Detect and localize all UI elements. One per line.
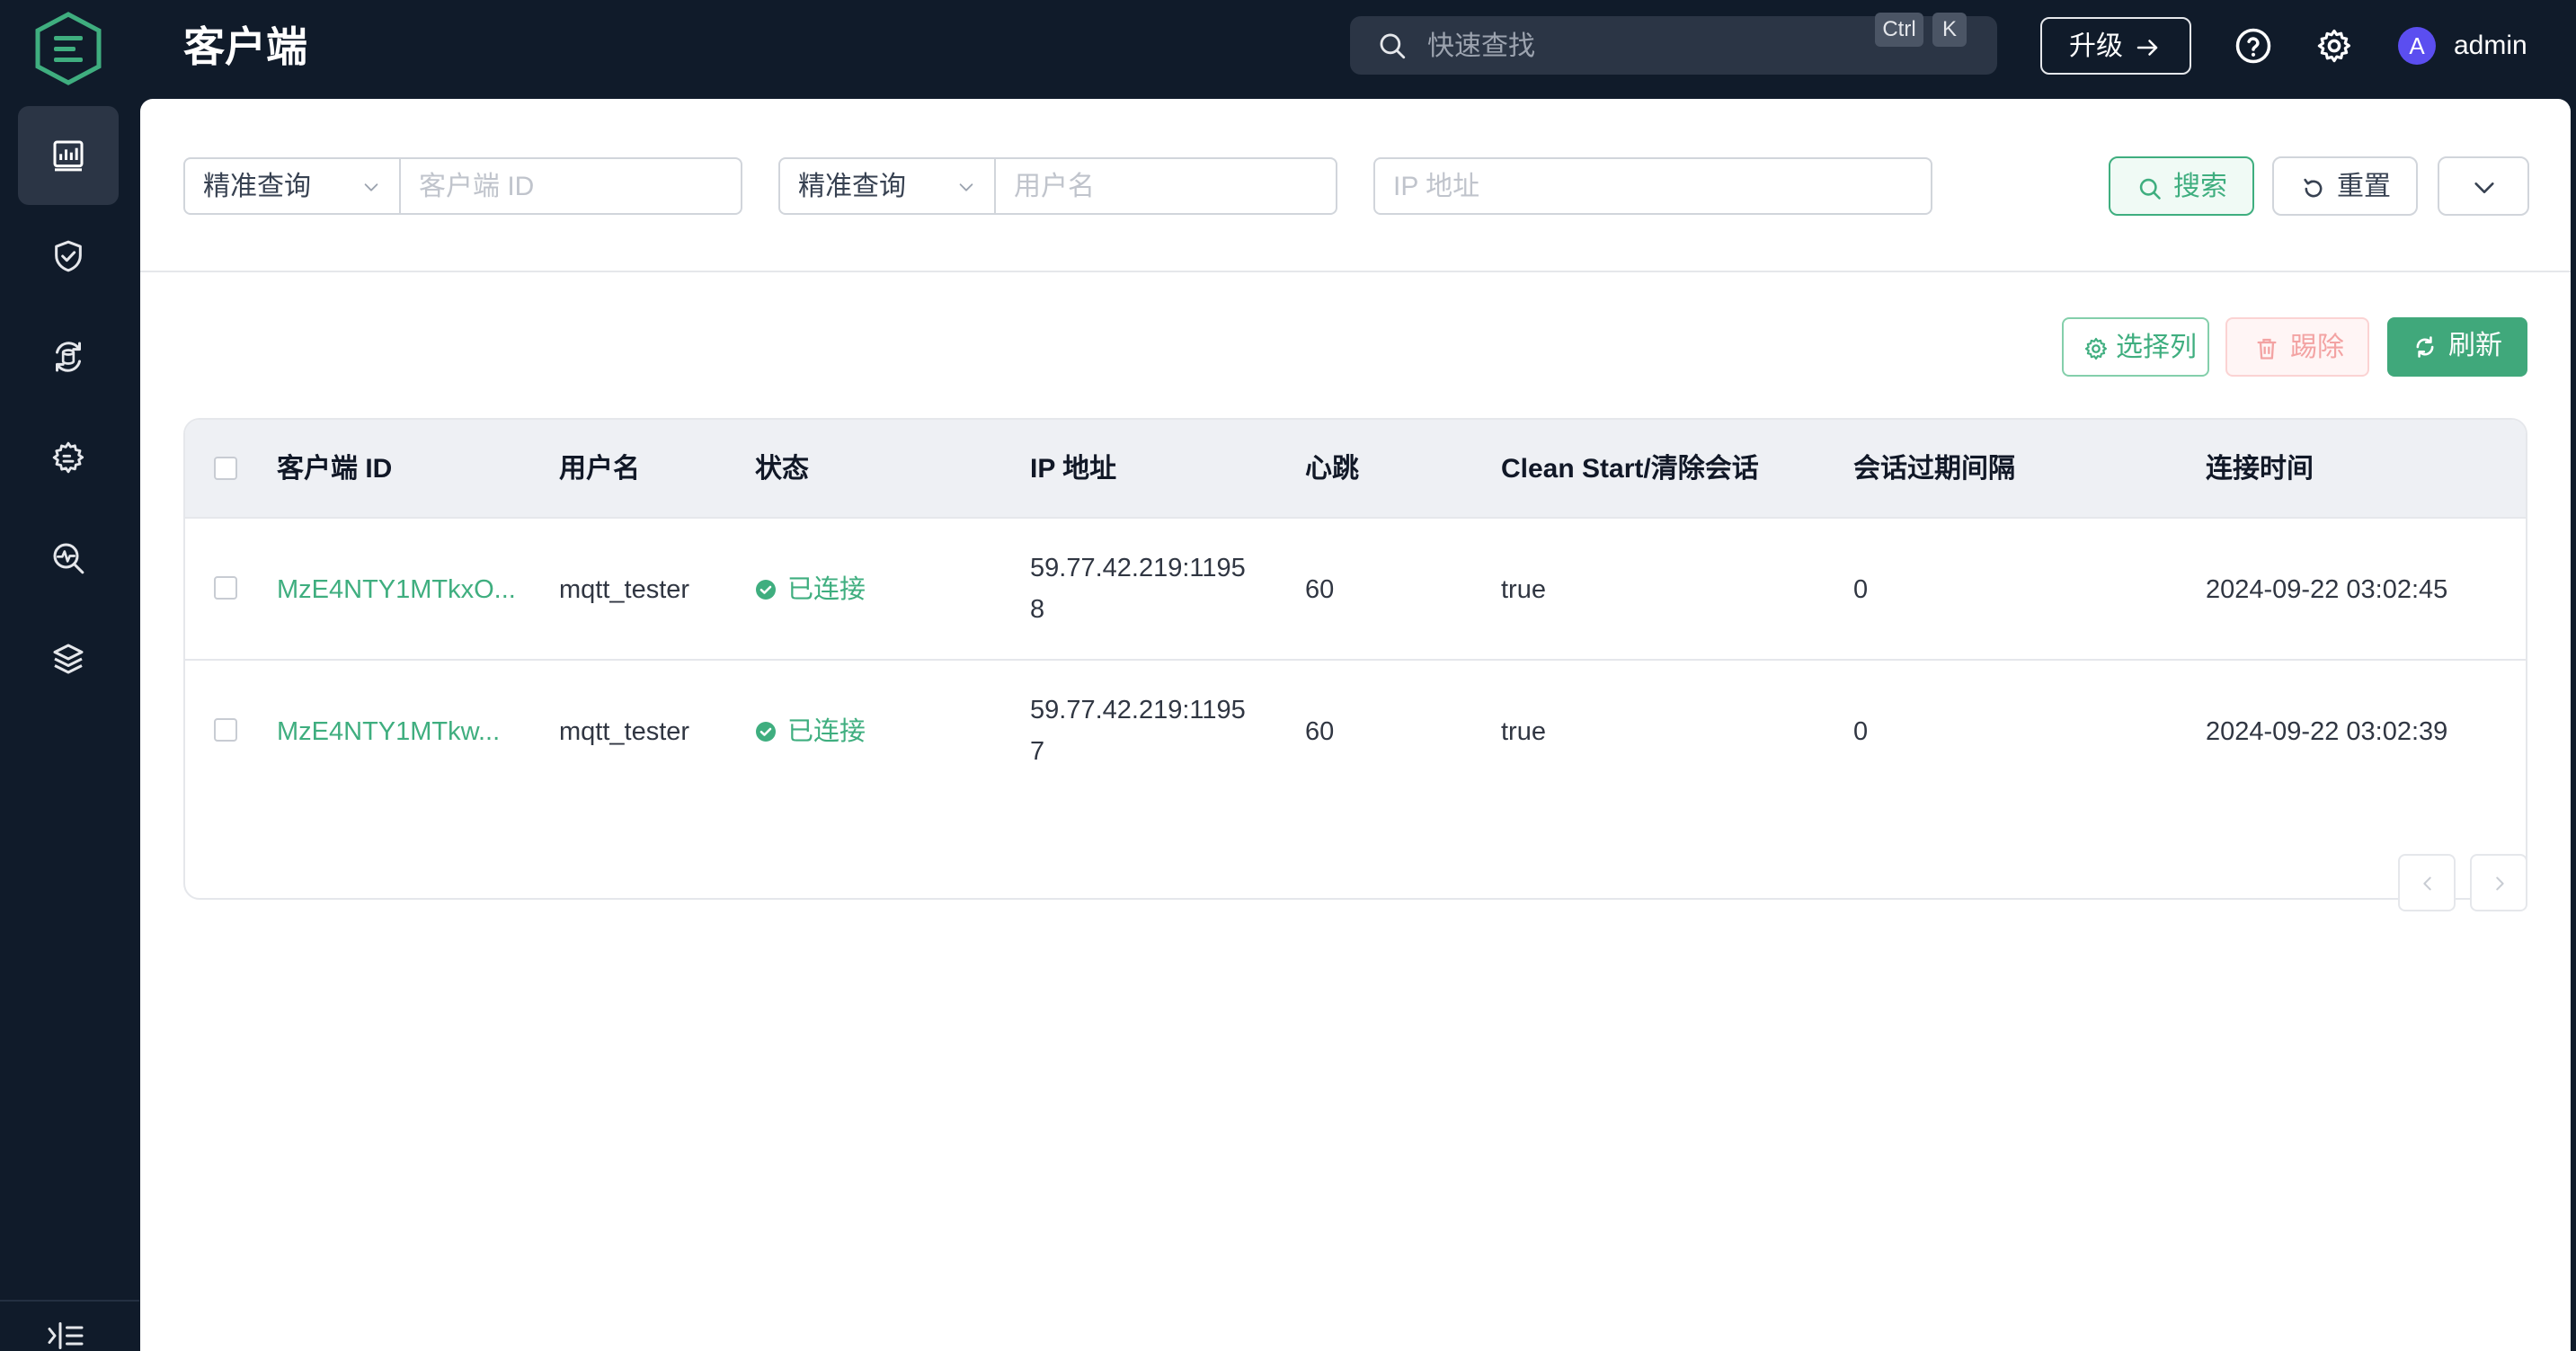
- expiry-cell: 0: [1853, 717, 1869, 746]
- shortcut-key-k: K: [1932, 13, 1967, 47]
- select-columns-button[interactable]: 选择列: [2062, 317, 2209, 377]
- status-text: 已连接: [787, 575, 866, 604]
- select-all-checkbox[interactable]: [214, 457, 237, 480]
- clientid-match-select[interactable]: 精准查询: [185, 159, 401, 213]
- sidebar-item-integration[interactable]: [18, 307, 119, 406]
- refresh-button[interactable]: 刷新: [2387, 317, 2527, 377]
- layers-icon: [53, 644, 84, 674]
- clientid-match-value: 精准查询: [203, 172, 311, 201]
- shield-check-icon: [55, 240, 82, 272]
- ip-cell: 59.77.42.219:11958: [1030, 554, 1246, 624]
- column-header-clean-start[interactable]: Clean Start/清除会话: [1501, 453, 1759, 485]
- next-page-button[interactable]: [2470, 854, 2527, 911]
- sidebar-item-management[interactable]: [18, 408, 119, 507]
- username-match-value: 精准查询: [798, 172, 906, 201]
- column-header-keepalive[interactable]: 心跳: [1305, 453, 1359, 485]
- kick-out-label: 踢除: [2290, 333, 2344, 362]
- search-icon: [1380, 33, 1406, 59]
- keepalive-cell: 60: [1305, 575, 1335, 604]
- diagnose-icon: [53, 543, 84, 574]
- username-cell: mqtt_tester: [559, 575, 690, 604]
- username-cell: mqtt_tester: [559, 717, 690, 746]
- arrow-right-icon: [2136, 40, 2158, 56]
- chevron-left-icon: [2423, 876, 2431, 891]
- management-gear-icon: [52, 441, 84, 474]
- client-id-link[interactable]: MzE4NTY1MTkw...: [277, 711, 500, 752]
- username-label[interactable]: admin: [2454, 30, 2527, 62]
- search-icon: [2139, 178, 2161, 200]
- refresh-icon: [2416, 336, 2434, 358]
- clients-table: 客户端 ID 用户名 状态 IP 地址 心跳 Clean Start/清除会话 …: [183, 418, 2527, 900]
- column-header-client-id[interactable]: 客户端 ID: [277, 453, 392, 485]
- search-button[interactable]: 搜索: [2109, 156, 2254, 216]
- table-header: 客户端 ID 用户名 状态 IP 地址 心跳 Clean Start/清除会话 …: [185, 420, 2526, 519]
- prev-page-button[interactable]: [2398, 854, 2456, 911]
- connected-at-cell: 2024-09-22 03:02:45: [2206, 575, 2448, 604]
- username-input[interactable]: 用户名: [1014, 172, 1095, 202]
- main-content: 精准查询 客户端 ID 精准查询 用户名 IP 地址 搜索 重置 选择列 踢除 …: [140, 99, 2571, 1351]
- check-circle-icon: [756, 580, 776, 600]
- dashboard-icon: [53, 140, 84, 172]
- search-button-label: 搜索: [2173, 172, 2227, 201]
- column-header-connected-at[interactable]: 连接时间: [2206, 453, 2314, 485]
- data-integration-icon: [56, 342, 81, 372]
- clean-start-cell: true: [1501, 717, 1546, 746]
- client-id-link[interactable]: MzE4NTY1MTkxO...: [277, 569, 516, 610]
- ip-cell: 59.77.42.219:11957: [1030, 696, 1246, 766]
- avatar[interactable]: A: [2398, 27, 2436, 65]
- table-row: MzE4NTY1MTkxO... mqtt_tester 已连接 59.77.4…: [185, 519, 2526, 661]
- column-header-username[interactable]: 用户名: [559, 453, 640, 485]
- chevron-down-icon: [2474, 182, 2494, 193]
- sidebar-item-extensions[interactable]: [18, 609, 119, 708]
- trash-icon: [2257, 338, 2277, 360]
- table-row: MzE4NTY1MTkw... mqtt_tester 已连接 59.77.42…: [185, 661, 2526, 803]
- chevron-down-icon: [364, 183, 378, 191]
- sidebar: [0, 99, 139, 1351]
- sidebar-item-dashboard[interactable]: [18, 106, 119, 205]
- gear-icon: [2084, 337, 2108, 360]
- username-match-select[interactable]: 精准查询: [780, 159, 996, 213]
- sidebar-divider: [0, 1300, 139, 1302]
- expand-filters-button[interactable]: [2438, 156, 2529, 216]
- expiry-cell: 0: [1853, 575, 1869, 604]
- shortcut-key-ctrl: Ctrl: [1875, 13, 1923, 47]
- username-filter-group: 精准查询 用户名: [778, 157, 1337, 215]
- clean-start-cell: true: [1501, 575, 1546, 604]
- row-checkbox[interactable]: [214, 576, 237, 600]
- upgrade-button[interactable]: 升级: [2040, 17, 2191, 75]
- kick-out-button[interactable]: 踢除: [2225, 317, 2369, 377]
- column-header-expiry[interactable]: 会话过期间隔: [1853, 453, 2015, 485]
- reset-icon: [2304, 178, 2323, 198]
- row-checkbox[interactable]: [214, 718, 237, 742]
- keepalive-cell: 60: [1305, 717, 1335, 746]
- select-columns-label: 选择列: [2116, 333, 2197, 362]
- chevron-right-icon: [2496, 876, 2504, 891]
- connected-at-cell: 2024-09-22 03:02:39: [2206, 717, 2448, 746]
- ip-filter-group[interactable]: IP 地址: [1373, 157, 1932, 215]
- reset-button-label: 重置: [2337, 172, 2391, 201]
- clientid-input[interactable]: 客户端 ID: [419, 172, 534, 202]
- page-title: 客户端: [183, 23, 307, 70]
- refresh-label: 刷新: [2448, 331, 2502, 360]
- check-circle-icon: [756, 722, 776, 742]
- clientid-filter-group: 精准查询 客户端 ID: [183, 157, 742, 215]
- column-header-ip[interactable]: IP 地址: [1030, 453, 1116, 485]
- quick-search-placeholder: 快速查找: [1427, 31, 1535, 61]
- settings-gear-icon[interactable]: [2315, 27, 2353, 65]
- app-logo[interactable]: [34, 11, 102, 86]
- help-icon[interactable]: [2234, 27, 2272, 65]
- sidebar-item-diagnose[interactable]: [18, 509, 119, 608]
- sidebar-item-access-control[interactable]: [18, 207, 119, 306]
- top-bar: 客户端 快速查找 Ctrl K 升级 A admin: [0, 0, 2576, 99]
- column-header-status[interactable]: 状态: [755, 453, 809, 485]
- reset-button[interactable]: 重置: [2272, 156, 2418, 216]
- status-text: 已连接: [787, 717, 866, 746]
- filter-bar: 精准查询 客户端 ID 精准查询 用户名 IP 地址 搜索 重置: [140, 99, 2571, 272]
- chevron-down-icon: [959, 183, 973, 191]
- upgrade-label: 升级: [2069, 31, 2123, 61]
- ip-address-input[interactable]: IP 地址: [1393, 172, 1479, 202]
- sidebar-expand-icon[interactable]: [47, 1320, 84, 1351]
